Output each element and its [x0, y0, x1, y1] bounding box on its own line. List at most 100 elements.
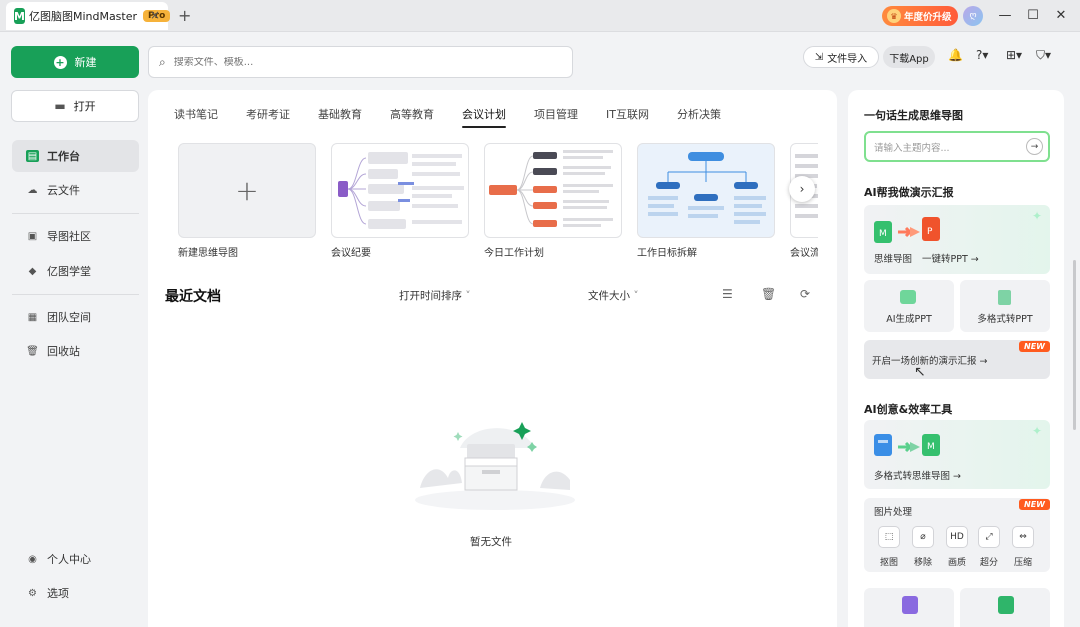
title-bar: M 亿图脑图MindMaster Pro × + ♛ 年度价升级 ღ — ☐ ✕	[0, 0, 1080, 32]
tab-reading-notes[interactable]: 读书笔记	[174, 106, 218, 128]
cutout-icon[interactable]: ⬚	[878, 526, 900, 548]
sidebar-item-trash[interactable]: 🗑 回收站	[12, 335, 139, 367]
sidebar-item-community[interactable]: ▣ 导图社区	[12, 220, 139, 252]
search-input[interactable]	[173, 56, 554, 68]
tab-higher-education[interactable]: 高等教育	[390, 106, 434, 128]
image-tool-title: 图片处理	[874, 507, 913, 518]
sidebar-item-options[interactable]: ⚙ 选项	[12, 577, 139, 609]
sidebar-item-team[interactable]: ▦ 团队空间	[12, 301, 139, 333]
mouse-cursor-icon: ↖	[914, 364, 926, 380]
top-bar: ⌕ ⇲ 文件导入 下载App 🔔 ?▾ ⊞▾ ⛉▾	[148, 32, 1080, 90]
sidebar-item-cloud[interactable]: ☁ 云文件	[12, 174, 139, 206]
close-tab-icon[interactable]: ×	[150, 8, 160, 22]
chevron-down-icon: ˅	[465, 290, 471, 302]
tool-card[interactable]	[864, 588, 954, 627]
ai-generate-ppt-card[interactable]: AI生成PPT	[864, 280, 954, 332]
tab-exam-prep[interactable]: 考研考证	[246, 106, 290, 128]
tool-label: 抠图	[879, 558, 898, 568]
svg-text:P: P	[927, 227, 933, 237]
sidebar-item-label: 工作台	[47, 150, 80, 163]
sidebar-item-label: 亿图学堂	[47, 265, 91, 278]
app-tab[interactable]: M 亿图脑图MindMaster Pro ×	[6, 2, 171, 30]
template-card[interactable]	[331, 143, 469, 238]
template-thumbnail	[648, 152, 766, 224]
sparkle-icon: ✦	[1031, 209, 1042, 223]
tool-label: 画质	[947, 558, 966, 568]
search-icon: ⌕	[159, 54, 166, 69]
search-box[interactable]: ⌕	[148, 46, 573, 78]
tab-project-management[interactable]: 项目管理	[534, 106, 578, 128]
team-icon: ▦	[27, 311, 38, 323]
remove-icon[interactable]: ⌀	[912, 526, 934, 548]
new-button[interactable]: + 新建	[11, 46, 139, 78]
mindmap-to-ppt-card[interactable]: M P 思维导图 一键转PPT → ✦	[864, 205, 1050, 274]
sort-by-open-time[interactable]: 打开时间排序 ˅	[399, 288, 471, 303]
sidebar-divider	[12, 294, 139, 295]
sidebar-item-user-center[interactable]: ◉ 个人中心	[12, 543, 139, 575]
gear-icon: ⚙	[28, 587, 37, 599]
format-to-mindmap-label: 多格式转思维导图 →	[874, 471, 961, 482]
format-to-ppt-label: 多格式转PPT	[977, 314, 1033, 325]
mindmap-label: 思维导图	[874, 254, 913, 265]
template-label: 新建思维导图	[178, 248, 238, 259]
user-icon: ◉	[28, 553, 37, 565]
right-panel-scrollbar[interactable]	[1073, 260, 1076, 430]
close-window-button[interactable]: ✕	[1054, 8, 1068, 23]
bell-icon[interactable]: 🔔	[948, 48, 963, 62]
minimize-button[interactable]: —	[998, 8, 1012, 23]
tab-it-internet[interactable]: IT互联网	[606, 106, 649, 128]
tool-label: 压缩	[1013, 558, 1032, 568]
folder-icon: ▬	[54, 99, 66, 113]
tool-card[interactable]	[960, 588, 1050, 627]
maximize-button[interactable]: ☐	[1026, 8, 1040, 23]
open-label: 打开	[73, 100, 96, 113]
new-badge: NEW	[1019, 341, 1050, 352]
sparkle-icon: ✦	[1031, 424, 1042, 438]
template-card[interactable]	[637, 143, 775, 238]
theme-shirt-icon[interactable]: ⛉▾	[1036, 48, 1051, 63]
super-resolution-icon[interactable]: ⤢	[978, 526, 1000, 548]
trash-icon: 🗑	[26, 345, 39, 357]
help-icon[interactable]: ?▾	[976, 48, 988, 62]
open-button[interactable]: ▬ 打开	[11, 90, 139, 122]
tab-analysis-decision[interactable]: 分析决策	[677, 106, 721, 128]
plus-icon: +	[235, 174, 259, 207]
send-arrow-icon[interactable]: →	[1026, 138, 1043, 155]
refresh-icon[interactable]: ⟳	[800, 287, 810, 301]
format-to-ppt-card[interactable]: 多格式转PPT	[960, 280, 1050, 332]
carousel-next-button[interactable]: ›	[789, 176, 815, 202]
svg-text:M: M	[879, 229, 887, 239]
import-button[interactable]: ⇲ 文件导入	[803, 46, 879, 68]
ai-topic-input[interactable]: 请输入主题内容... →	[864, 131, 1050, 162]
avatar[interactable]: ღ	[963, 6, 983, 26]
list-view-icon[interactable]: ☰	[722, 287, 733, 301]
new-mindmap-card[interactable]: +	[178, 143, 316, 238]
template-label: 今日工作计划	[484, 248, 544, 259]
vip-upgrade-button[interactable]: ♛ 年度价升级	[882, 6, 958, 26]
template-carousel: + 新建思维导图 会议纪要 今日工作计划 工作日标拆解 会议流	[178, 143, 818, 263]
sidebar-divider	[12, 213, 139, 214]
sidebar: + 新建 ▬ 打开 ▤ 工作台 ☁ 云文件 ▣ 导图社区 ◆ 亿图学堂 ▦ 团队…	[0, 32, 148, 627]
sidebar-item-school[interactable]: ◆ 亿图学堂	[12, 255, 139, 287]
tool-label: 超分	[979, 558, 998, 568]
tab-meeting-plan[interactable]: 会议计划	[462, 106, 506, 128]
template-thumbnail	[338, 152, 464, 229]
tab-basic-education[interactable]: 基础教育	[318, 106, 362, 128]
delete-icon[interactable]: 🗑	[761, 287, 776, 301]
sidebar-item-workbench[interactable]: ▤ 工作台	[12, 140, 139, 172]
recent-docs-title: 最近文档	[165, 289, 221, 305]
template-label: 会议流	[790, 248, 818, 259]
svg-text:M: M	[927, 442, 935, 452]
sidebar-item-label: 个人中心	[47, 553, 91, 566]
download-app-button[interactable]: 下载App	[883, 46, 935, 68]
tool-label: 移除	[913, 558, 932, 568]
sort-by-file-size[interactable]: 文件大小 ˅	[588, 288, 639, 303]
apps-grid-icon[interactable]: ⊞▾	[1006, 48, 1022, 62]
new-tab-button[interactable]: +	[178, 6, 191, 25]
template-card[interactable]	[484, 143, 622, 238]
template-label: 会议纪要	[331, 248, 371, 259]
compress-icon[interactable]: ⇔	[1012, 526, 1034, 548]
quality-icon[interactable]: HD	[946, 526, 968, 548]
format-to-mindmap-card[interactable]: M 多格式转思维导图 → ✦	[864, 420, 1050, 489]
spreadsheet-icon	[998, 596, 1014, 614]
